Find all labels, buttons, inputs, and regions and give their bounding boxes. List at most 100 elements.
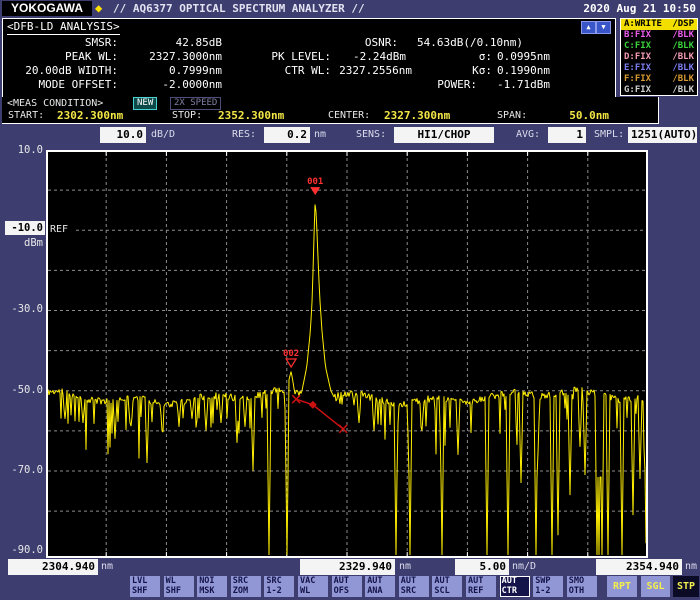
smpl-field[interactable]: 1251(AUTO) (628, 127, 697, 143)
softkey-line2: SHF (132, 587, 160, 597)
analysis-row-4: MODE OFFSET: -2.0000nm POWER: -1.71dBm (3, 78, 613, 92)
yokogawa-logo: YOKOGAWA (2, 1, 92, 16)
ksigma-value: 0.1990nm (3, 64, 550, 77)
stop-value[interactable]: 2352.300nm (218, 109, 284, 122)
trace-name: E:FIX (624, 63, 651, 73)
span-value[interactable]: 50.0nm (551, 109, 609, 122)
avg-field[interactable]: 1 (548, 127, 586, 143)
new-badge: NEW (133, 97, 157, 110)
softkey-aut-ref[interactable]: AUTREF (466, 576, 496, 597)
trace-legend-row-d[interactable]: D:FIX/BLK (621, 52, 697, 63)
trace-name: G:FIX (624, 85, 651, 95)
ref-level-box[interactable]: -10.0 (5, 221, 45, 235)
x-right-field[interactable]: 2354.940 (596, 559, 682, 575)
softkey-src-1-2[interactable]: SRC1-2 (264, 576, 294, 597)
panel-scroll-up-button[interactable]: ▲ (581, 21, 596, 34)
trace-mode: /BLK (672, 30, 694, 40)
spectrum-chart: 001 002 (46, 150, 648, 558)
trace-mode: /BLK (672, 85, 694, 95)
sens-field[interactable]: HI1/CHOP (394, 127, 494, 143)
x-center-unit: nm (399, 561, 411, 572)
noise-fit-line (292, 395, 347, 433)
y-tick-minus30: -30.0 (3, 303, 43, 315)
y-tick-minus90: -90.0 (3, 544, 43, 556)
trace-mode: /DSP (672, 19, 694, 29)
x-scale-unit: nm/D (512, 561, 536, 572)
trace-legend-row-c[interactable]: C:FIX/BLK (621, 41, 697, 52)
trace-mode: /BLK (672, 41, 694, 51)
x-center-field[interactable]: 2329.940 (300, 559, 395, 575)
peak-marker-002: 002 (283, 349, 299, 367)
meas-condition-strip: <MEAS CONDITION> NEW 2X SPEED START: 230… (2, 97, 659, 124)
softkey-smo-oth[interactable]: SMOOTH (567, 576, 597, 597)
peak-marker-001: 001 (307, 177, 323, 195)
sens-label: SENS: (356, 129, 386, 140)
softkey-line2: SHF (166, 587, 194, 597)
softkey-aut-ana[interactable]: AUTANA (365, 576, 395, 597)
meas-condition-title: <MEAS CONDITION> (7, 98, 103, 109)
softkey-aut-scl[interactable]: AUTSCL (432, 576, 462, 597)
softkey-rpt[interactable]: RPT (607, 576, 637, 597)
level-scale-unit: dB/D (151, 129, 175, 140)
softkey-line2: OFS (334, 587, 362, 597)
softkey-vac-wl[interactable]: VACWL (298, 576, 328, 597)
x-left-field[interactable]: 2304.940 (8, 559, 98, 575)
trace-name: F:FIX (624, 74, 651, 84)
panel-scroll-down-button[interactable]: ▼ (596, 21, 611, 34)
trace-name: B:FIX (624, 30, 651, 40)
analysis-row-3: 20.00dB WIDTH: 0.7999nm CTR WL: 2327.255… (3, 64, 613, 78)
softkey-aut-ctr[interactable]: AUTCTR (500, 576, 530, 597)
trace-mode: /BLK (672, 63, 694, 73)
softkey-line2: ZOM (233, 587, 261, 597)
marker-triangle-icon (310, 187, 320, 195)
softkey-line2: SCL (434, 587, 462, 597)
trace-name: C:FIX (624, 41, 651, 51)
y-axis-unit: dBm (3, 237, 43, 249)
softkey-line2: WL (300, 587, 328, 597)
trace-legend-row-e[interactable]: E:FIX/BLK (621, 62, 697, 73)
softkey-line2: REF (468, 587, 496, 597)
marker-label: 001 (307, 177, 323, 187)
level-scale-field[interactable]: 10.0 (100, 127, 146, 143)
sigma-value: 0.0995nm (3, 50, 550, 63)
softkey-lvl-shf[interactable]: LVLSHF (130, 576, 160, 597)
datetime: 2020 Aug 21 10:50 (583, 2, 696, 15)
softkey-line2: SRC (401, 587, 429, 597)
softkey-src-zom[interactable]: SRCZOM (231, 576, 261, 597)
trace-legend-row-g[interactable]: G:FIX/BLK (621, 84, 697, 95)
softkey-line2: CTR (502, 587, 530, 597)
center-value[interactable]: 2327.300nm (384, 109, 450, 122)
softkey-stp[interactable]: STP (673, 576, 699, 597)
trace-legend-row-a[interactable]: A:WRITE/DSP (621, 19, 697, 30)
softkey-noi-msk[interactable]: NOIMSK (197, 576, 227, 597)
softkey-sgl[interactable]: SGL (641, 576, 670, 597)
trace-legend-row-f[interactable]: F:FIX/BLK (621, 73, 697, 84)
res-label: RES: (232, 129, 256, 140)
power-value: -1.71dBm (3, 78, 550, 91)
trace-mode: /BLK (672, 74, 694, 84)
dfb-ld-analysis-panel: <DFB-LD ANALYSIS> ▲ ▼ SMSR: 42.85dB OSNR… (2, 18, 616, 98)
marker-triangle-icon (286, 359, 296, 367)
softkey-aut-src[interactable]: AUTSRC (399, 576, 429, 597)
res-unit: nm (314, 129, 326, 140)
ref-line-label: REF (50, 224, 68, 235)
softkey-line2: OTH (569, 587, 597, 597)
softkey-swp-1-2[interactable]: SWP1-2 (533, 576, 563, 597)
span-label: SPAN: (497, 110, 527, 121)
yokogawa-diamond-icon: ◆ (95, 1, 102, 16)
x-scale-field[interactable]: 5.00 (455, 559, 509, 575)
softkey-line2: 1-2 (266, 587, 294, 597)
speed-badge: 2X SPEED (170, 97, 221, 110)
x-right-unit: nm (685, 561, 697, 572)
avg-label: AVG: (516, 129, 540, 140)
start-value[interactable]: 2302.300nm (57, 109, 123, 122)
softkey-line2: ANA (367, 587, 395, 597)
trace-name: D:FIX (624, 52, 651, 62)
trace-legend-row-b[interactable]: B:FIX/BLK (621, 30, 697, 41)
softkey-line2: MSK (199, 587, 227, 597)
softkey-wl-shf[interactable]: WLSHF (164, 576, 194, 597)
res-field[interactable]: 0.2 (264, 127, 310, 143)
center-label: CENTER: (328, 110, 370, 121)
osnr-value: 54.63dB(/0.10nm) (417, 36, 523, 49)
softkey-aut-ofs[interactable]: AUTOFS (332, 576, 362, 597)
